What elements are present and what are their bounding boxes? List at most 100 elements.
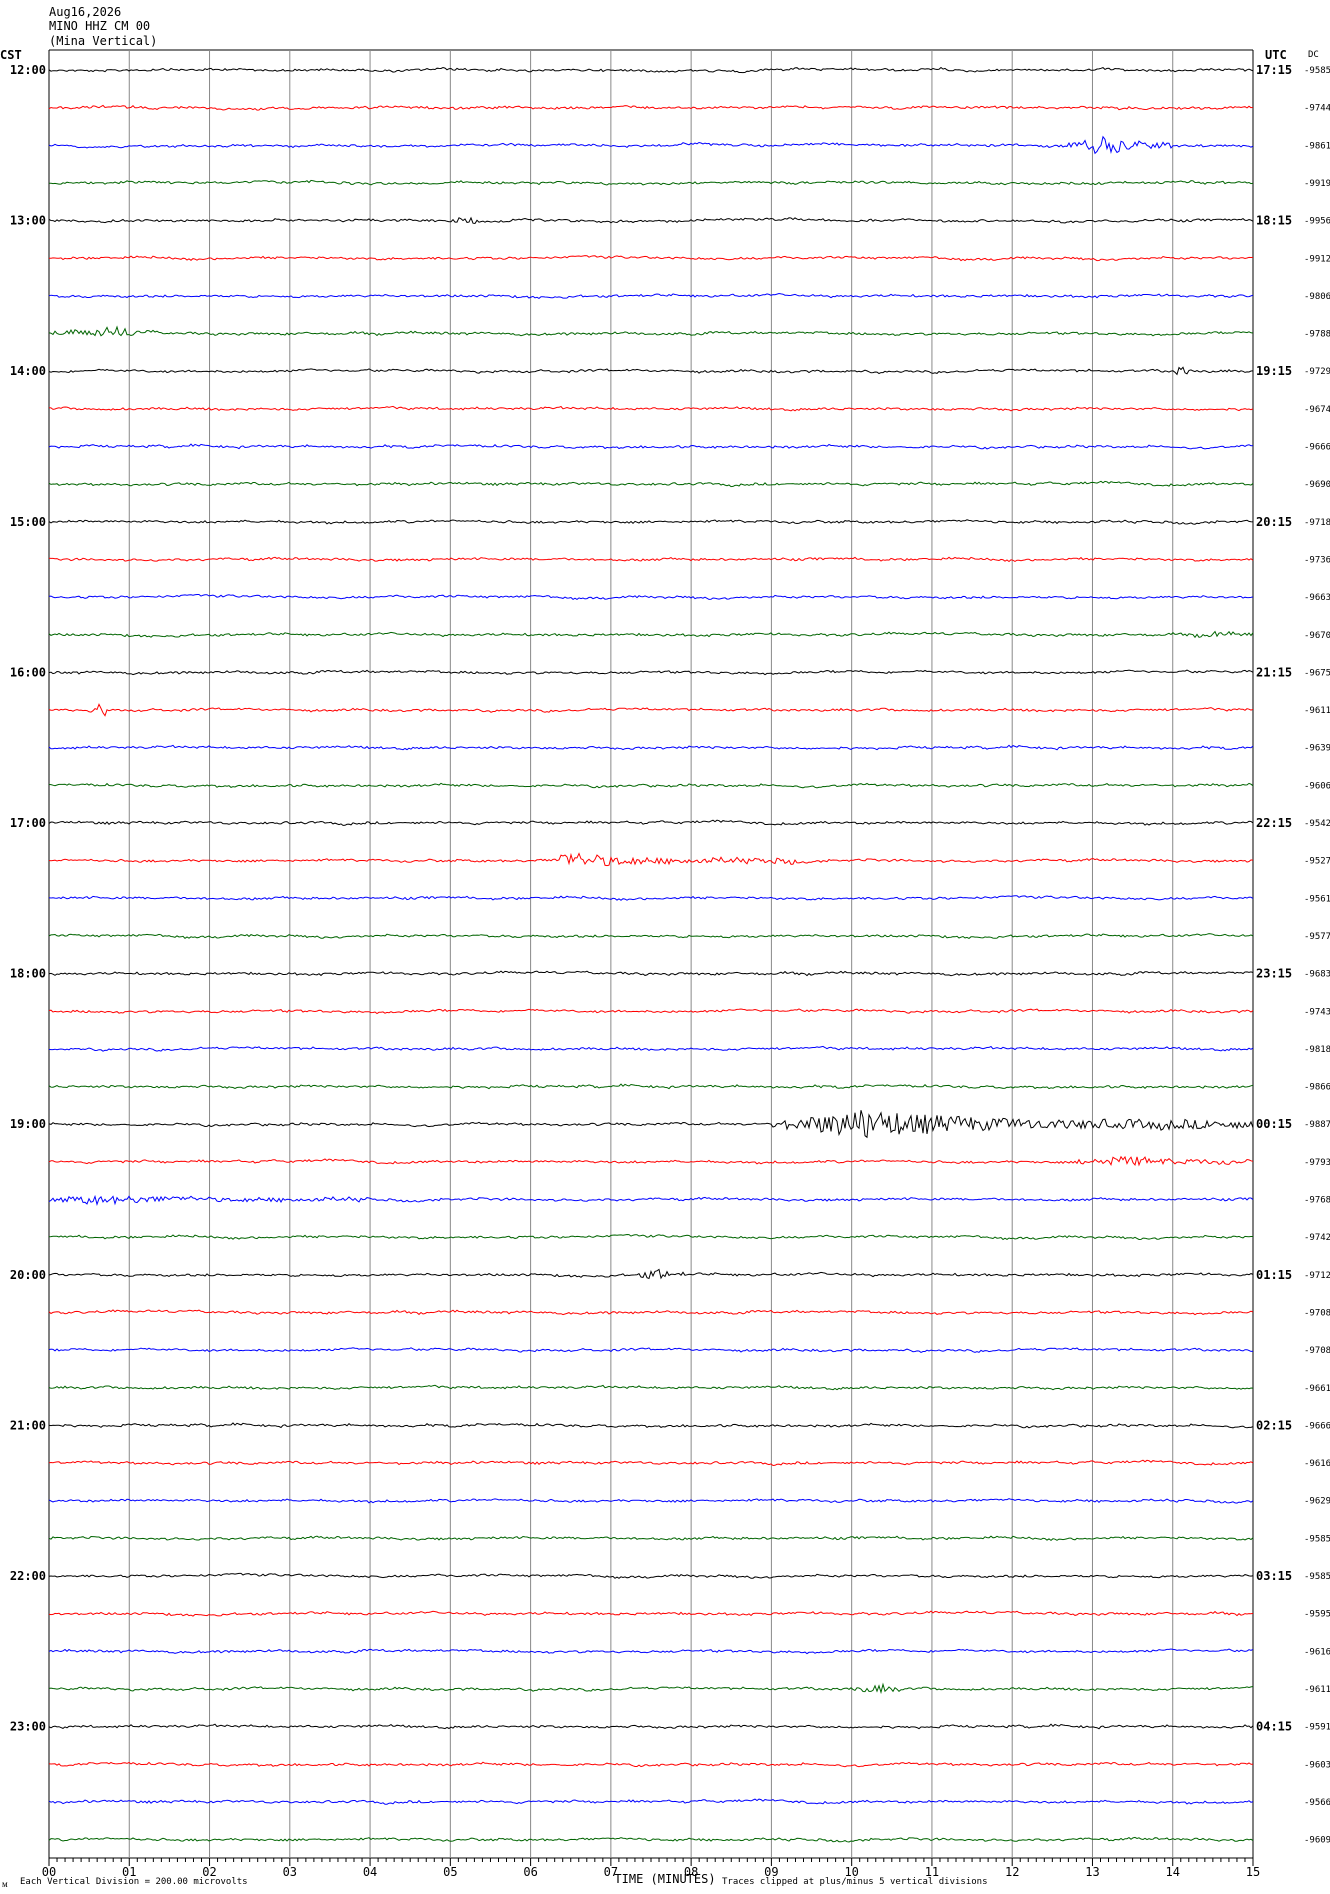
dc-offset-label: -9616	[1304, 1647, 1330, 1657]
right-hour-label: 02:15	[1256, 1418, 1292, 1432]
trace-line-36	[48, 1422, 1254, 1429]
dc-offset-label: -9744	[1304, 104, 1330, 114]
trace-line-34	[48, 1347, 1254, 1353]
dc-offset-label: -9609	[1304, 1836, 1330, 1846]
x-tick-label: 12	[1005, 1865, 1019, 1879]
dc-offset-label: -9611	[1304, 706, 1330, 716]
dc-offset-label: -9861	[1304, 141, 1330, 151]
trace-line-7	[48, 325, 1254, 337]
trace-line-9	[48, 405, 1254, 412]
left-hour-label: 19:00	[10, 1117, 46, 1131]
dc-offset-label: -9670	[1304, 631, 1330, 641]
left-hour-label: 20:00	[10, 1268, 46, 1282]
trace-group	[48, 66, 1254, 1843]
trace-line-18	[48, 744, 1254, 751]
header-station: MINO HHZ CM 00	[49, 19, 150, 33]
trace-line-46	[48, 1798, 1254, 1805]
x-axis-title: TIME (MINUTES)	[614, 1872, 715, 1886]
dc-offset-label: -9577	[1304, 932, 1330, 942]
left-hour-label: 16:00	[10, 665, 46, 679]
trace-line-43	[48, 1682, 1254, 1695]
dc-offset-label: -9566	[1304, 1798, 1330, 1808]
dc-offset-label: -9683	[1304, 970, 1330, 980]
dc-offset-label: -9674	[1304, 405, 1330, 415]
trace-line-6	[48, 292, 1254, 300]
dc-offset-label: -9768	[1304, 1196, 1330, 1206]
footer-clip-note: Traces clipped at plus/minus 5 vertical …	[722, 1877, 988, 1887]
trace-line-13	[48, 556, 1254, 563]
dc-offset-label: -9663	[1304, 593, 1330, 603]
left-hour-label: 14:00	[10, 364, 46, 378]
dc-offset-label: -9595	[1304, 1610, 1330, 1620]
dc-offset-label: -9603	[1304, 1760, 1330, 1770]
trace-line-17	[48, 703, 1254, 717]
dc-offset-label: -9718	[1304, 518, 1330, 528]
left-axis-label: CST	[0, 48, 22, 62]
header-date: Aug16,2026	[49, 5, 121, 19]
x-tick-label: 03	[283, 1865, 297, 1879]
trace-line-10	[48, 443, 1254, 450]
dc-offset-label: -9708	[1304, 1308, 1330, 1318]
dc-offset-label: -9887	[1304, 1120, 1330, 1130]
dc-offset-label: -9818	[1304, 1045, 1330, 1055]
right-hour-label: 20:15	[1256, 515, 1292, 529]
header-description: (Mina Vertical)	[49, 34, 157, 48]
dc-offset-label: -9527	[1304, 857, 1330, 867]
dc-offset-label: -9866	[1304, 1083, 1330, 1093]
dc-offset-label: -9639	[1304, 744, 1330, 754]
right-hour-label: 18:15	[1256, 214, 1292, 228]
trace-line-26	[48, 1045, 1254, 1052]
dc-offset-label: -9629	[1304, 1497, 1330, 1507]
trace-line-24	[48, 970, 1254, 977]
x-tick-label: 15	[1246, 1865, 1260, 1879]
x-tick-label: 04	[363, 1865, 377, 1879]
trace-line-40	[48, 1572, 1254, 1579]
trace-line-14	[48, 594, 1254, 601]
trace-line-30	[48, 1194, 1254, 1207]
grid-lines	[48, 49, 1254, 1859]
trace-line-47	[48, 1836, 1254, 1843]
trace-line-25	[48, 1008, 1254, 1015]
dc-offset-label: -9793	[1304, 1158, 1330, 1168]
dc-offset-label: -9585	[1304, 1534, 1330, 1544]
trace-line-35	[48, 1384, 1254, 1391]
trace-line-37	[48, 1459, 1254, 1467]
left-hour-label: 23:00	[10, 1720, 46, 1734]
dc-offset-label: -9542	[1304, 819, 1330, 829]
trace-line-21	[48, 852, 1254, 867]
dc-offset-label: -9712	[1304, 1271, 1330, 1281]
corner-mark: ᴍ	[2, 1880, 8, 1890]
dc-offset-label: -9956	[1304, 217, 1330, 227]
right-hour-label: 21:15	[1256, 665, 1292, 679]
right-hour-label: 00:15	[1256, 1117, 1292, 1131]
left-hour-label: 18:00	[10, 967, 46, 981]
trace-line-42	[48, 1648, 1254, 1655]
right-hour-label: 22:15	[1256, 816, 1292, 830]
right-hour-label: 03:15	[1256, 1569, 1292, 1583]
trace-line-33	[48, 1309, 1254, 1316]
trace-line-38	[48, 1498, 1254, 1504]
dc-offset-label: -9788	[1304, 330, 1330, 340]
dc-offset-labels: -9585 -9744 -9861 -9919 -9956 -9912 -9806 -9788…	[1304, 66, 1330, 1846]
trace-line-11	[48, 480, 1254, 488]
footer-scale-note: Each Vertical Division = 200.00 microvol…	[20, 1877, 248, 1887]
left-hour-label: 13:00	[10, 214, 46, 228]
dc-offset-label: -9708	[1304, 1346, 1330, 1356]
dc-label: DC	[1308, 50, 1319, 60]
left-hour-label: 21:00	[10, 1418, 46, 1432]
x-tick-label: 14	[1166, 1865, 1180, 1879]
dc-offset-label: -9591	[1304, 1723, 1330, 1733]
left-hour-label: 22:00	[10, 1569, 46, 1583]
dc-offset-label: -9690	[1304, 480, 1330, 490]
x-tick-label: 06	[523, 1865, 537, 1879]
trace-line-22	[48, 895, 1254, 901]
dc-offset-label: -9806	[1304, 292, 1330, 302]
trace-line-23	[48, 933, 1254, 939]
dc-offset-label: -9736	[1304, 555, 1330, 565]
dc-offset-label: -9561	[1304, 894, 1330, 904]
left-hour-label: 17:00	[10, 816, 46, 830]
trace-line-5	[49, 255, 1254, 262]
trace-line-12	[48, 519, 1254, 525]
right-hour-label: 19:15	[1256, 364, 1292, 378]
left-hour-labels: 12:00 13:00 14:00 15:00 16:00 17:00 18:00 19:00…	[10, 63, 46, 1734]
